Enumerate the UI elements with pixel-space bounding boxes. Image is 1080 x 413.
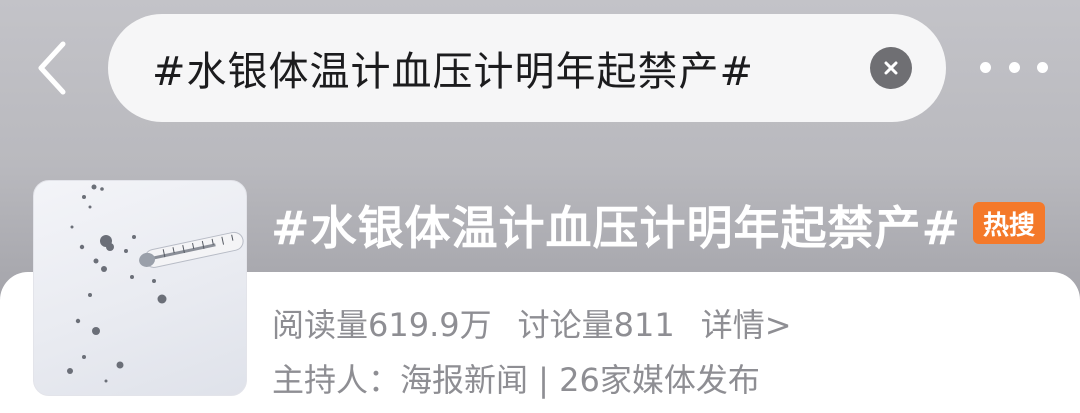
details-link[interactable]: 详情> [701,300,792,346]
clear-search-button[interactable] [870,47,912,89]
read-count: 阅读量619.9万 [272,306,492,344]
more-dot [1037,61,1048,73]
host-info[interactable]: 主持人：海报新闻 | 26家媒体发布 [272,355,760,401]
topic-title[interactable]: #水银体温计血压计明年起禁产# [271,192,961,258]
search-input[interactable]: #水银体温计血压计明年起禁产# [108,14,946,122]
discussion-count: 讨论量811 [517,306,675,344]
back-button[interactable] [22,38,82,98]
more-dot [1008,61,1020,73]
more-options-button[interactable] [980,52,1048,82]
thermometer-mercury-image [67,184,244,383]
topic-stats: 阅读量619.9万 讨论量811 详情> [272,300,792,346]
topic-thumbnail[interactable] [33,180,247,396]
more-dot [980,61,991,73]
search-query-text: #水银体温计血压计明年起禁产# [152,49,755,95]
hot-search-badge: 热搜 [973,202,1045,244]
close-icon [884,61,898,75]
chevron-left-icon [38,41,66,95]
